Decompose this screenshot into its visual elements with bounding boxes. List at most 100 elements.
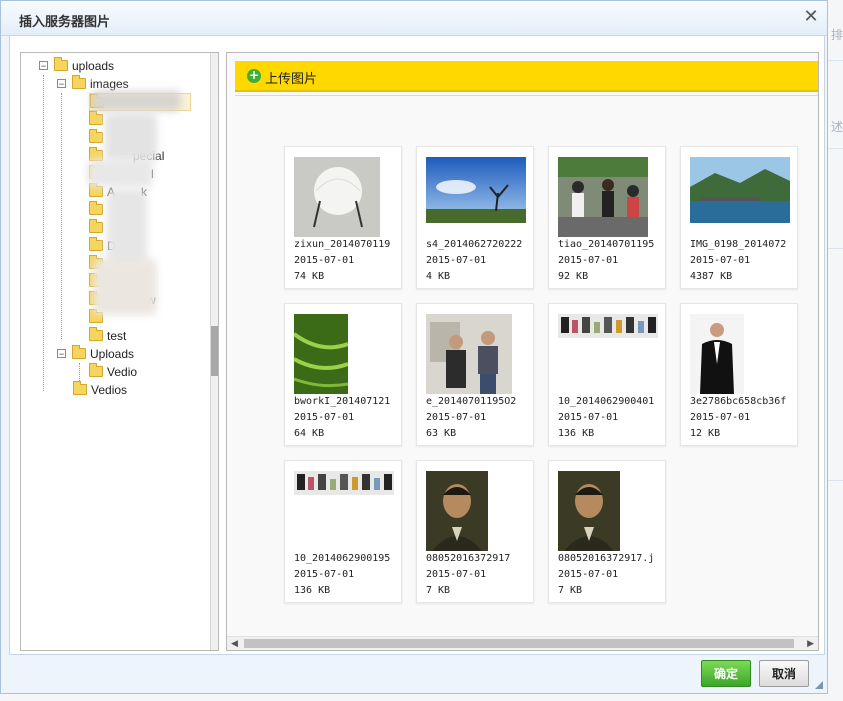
image-card[interactable]: IMG_0198_2014072 2015-07-01 4387 KB [680, 146, 798, 289]
thumbnail[interactable] [426, 314, 512, 398]
file-name: bworkI_201407121 [294, 396, 391, 407]
file-size: 136 KB [558, 428, 595, 439]
tree-node-uploads[interactable]: − uploads [39, 57, 114, 75]
tree-node-Uploads[interactable]: − Uploads [57, 345, 134, 363]
confirm-button[interactable]: 确定 [701, 660, 751, 687]
file-name: 10_2014062900195 [294, 553, 391, 564]
file-date: 2015-07-01 [558, 412, 619, 423]
file-date: 2015-07-01 [294, 569, 355, 580]
thumbnail-image [558, 314, 658, 338]
thumbnail[interactable] [558, 157, 648, 241]
image-card[interactable]: 10_2014062900401 2015-07-01 136 KB [548, 303, 666, 446]
file-size: 136 KB [294, 585, 331, 596]
thumbnail-image [292, 314, 349, 394]
file-name: tiao_20140701195 [558, 239, 655, 250]
horizontal-scrollbar[interactable]: ◀ ▶ [227, 636, 818, 650]
tree-guide-line [61, 93, 62, 339]
tree-node-test[interactable]: test [89, 327, 126, 345]
add-circle-icon[interactable]: + [247, 69, 261, 83]
close-icon[interactable]: ✕ [801, 7, 821, 27]
collapse-toggle-icon[interactable]: − [57, 79, 66, 89]
tree-node-label: Uploads [90, 347, 135, 361]
toolbar-divider [235, 95, 818, 96]
tree-guide-line [79, 363, 80, 383]
image-card[interactable]: 3e2786bc658cb36f 2015-07-01 12 KB [680, 303, 798, 446]
folder-icon [89, 111, 103, 125]
file-date: 2015-07-01 [294, 412, 355, 423]
file-date: 2015-07-01 [426, 569, 487, 580]
tree-node-label: Vedio [107, 365, 138, 379]
file-size: 63 KB [426, 428, 457, 439]
collapse-toggle-icon[interactable]: − [57, 349, 66, 359]
thumbnail-image [558, 157, 648, 237]
image-card[interactable]: tiao_20140701195 2015-07-01 92 KB [548, 146, 666, 289]
file-date: 2015-07-01 [558, 255, 619, 266]
collapse-toggle-icon[interactable]: − [39, 61, 48, 71]
thumbnail[interactable] [426, 471, 488, 555]
file-name: 08052016372917 [426, 553, 511, 564]
thumbnail[interactable] [294, 157, 380, 241]
image-card[interactable]: 10_2014062900195 2015-07-01 136 KB [284, 460, 402, 603]
file-size: 7 KB [426, 585, 451, 596]
file-name: e_20140701195O2 [426, 396, 517, 407]
file-size: 12 KB [690, 428, 721, 439]
file-size: 74 KB [294, 271, 325, 282]
dialog-body: −uploads −images pecial l Ak n er Ds c w [9, 35, 825, 655]
file-date: 2015-07-01 [426, 412, 487, 423]
file-date: 2015-07-01 [426, 255, 487, 266]
thumbnail[interactable] [690, 157, 790, 227]
file-name: 10_2014062900401 [558, 396, 655, 407]
tree-scrollbar[interactable] [210, 53, 218, 650]
background-text: 述 [831, 120, 843, 134]
horizontal-scroll-thumb[interactable] [244, 639, 794, 648]
tree-scroll-thumb[interactable] [211, 326, 218, 376]
folder-icon [89, 237, 103, 251]
thumbnail[interactable] [426, 157, 526, 227]
folder-tree-panel: −uploads −images pecial l Ak n er Ds c w [20, 52, 219, 651]
thumbnail[interactable] [294, 471, 394, 499]
dialog-title-bar[interactable]: 插入服务器图片 ✕ [1, 1, 827, 36]
dialog-title: 插入服务器图片 [19, 14, 111, 29]
thumbnail[interactable] [558, 471, 620, 555]
image-card[interactable]: 08052016372917 2015-07-01 7 KB [416, 460, 534, 603]
image-card[interactable]: s4_2014062720222 2015-07-01 4 KB [416, 146, 534, 289]
folder-icon [89, 183, 103, 197]
folder-icon [54, 57, 68, 71]
upload-image-button[interactable]: 上传图片 [265, 68, 317, 87]
folder-icon [89, 201, 103, 215]
tree-node-Vedios[interactable]: Vedios [73, 381, 127, 399]
thumbnail-image [426, 471, 488, 551]
scroll-left-icon[interactable]: ◀ [231, 639, 238, 649]
insert-server-image-dialog: 插入服务器图片 ✕ −uploads −images pecial l Ak n… [0, 0, 828, 694]
tree-node-label: test [107, 329, 127, 343]
file-name: 3e2786bc658cb36f [690, 396, 787, 407]
tree-node-label: Vedios [91, 383, 128, 397]
folder-icon [72, 345, 86, 359]
file-date: 2015-07-01 [294, 255, 355, 266]
file-size: 64 KB [294, 428, 325, 439]
thumbnail-image [294, 471, 394, 495]
image-card[interactable]: bworkI_201407121 2015-07-01 64 KB [284, 303, 402, 446]
tree-node-Vedio[interactable]: Vedio [89, 363, 137, 381]
folder-icon [89, 129, 103, 143]
thumbnail[interactable] [292, 314, 349, 398]
thumbnail-image [426, 157, 526, 223]
tree-guide-line [43, 75, 44, 391]
redacted-blur [87, 159, 153, 187]
cancel-button[interactable]: 取消 [759, 660, 809, 687]
file-name: IMG_0198_2014072 [690, 239, 787, 250]
scroll-right-icon[interactable]: ▶ [807, 639, 814, 649]
thumbnail[interactable] [690, 314, 744, 398]
image-card[interactable]: 08052016372917.j 2015-07-01 7 KB [548, 460, 666, 603]
thumbnail[interactable] [558, 314, 658, 342]
tree-node-label: uploads [72, 59, 115, 73]
file-size: 92 KB [558, 271, 589, 282]
thumbnail-image [690, 314, 744, 394]
thumbnail-image [690, 157, 790, 223]
redacted-blur [105, 113, 157, 161]
file-name: 08052016372917.j [558, 553, 655, 564]
resize-grip-icon[interactable] [815, 681, 823, 689]
image-card[interactable]: zixun_2014070119 2015-07-01 74 KB [284, 146, 402, 289]
image-card[interactable]: e_20140701195O2 2015-07-01 63 KB [416, 303, 534, 446]
file-size: 4 KB [426, 271, 451, 282]
